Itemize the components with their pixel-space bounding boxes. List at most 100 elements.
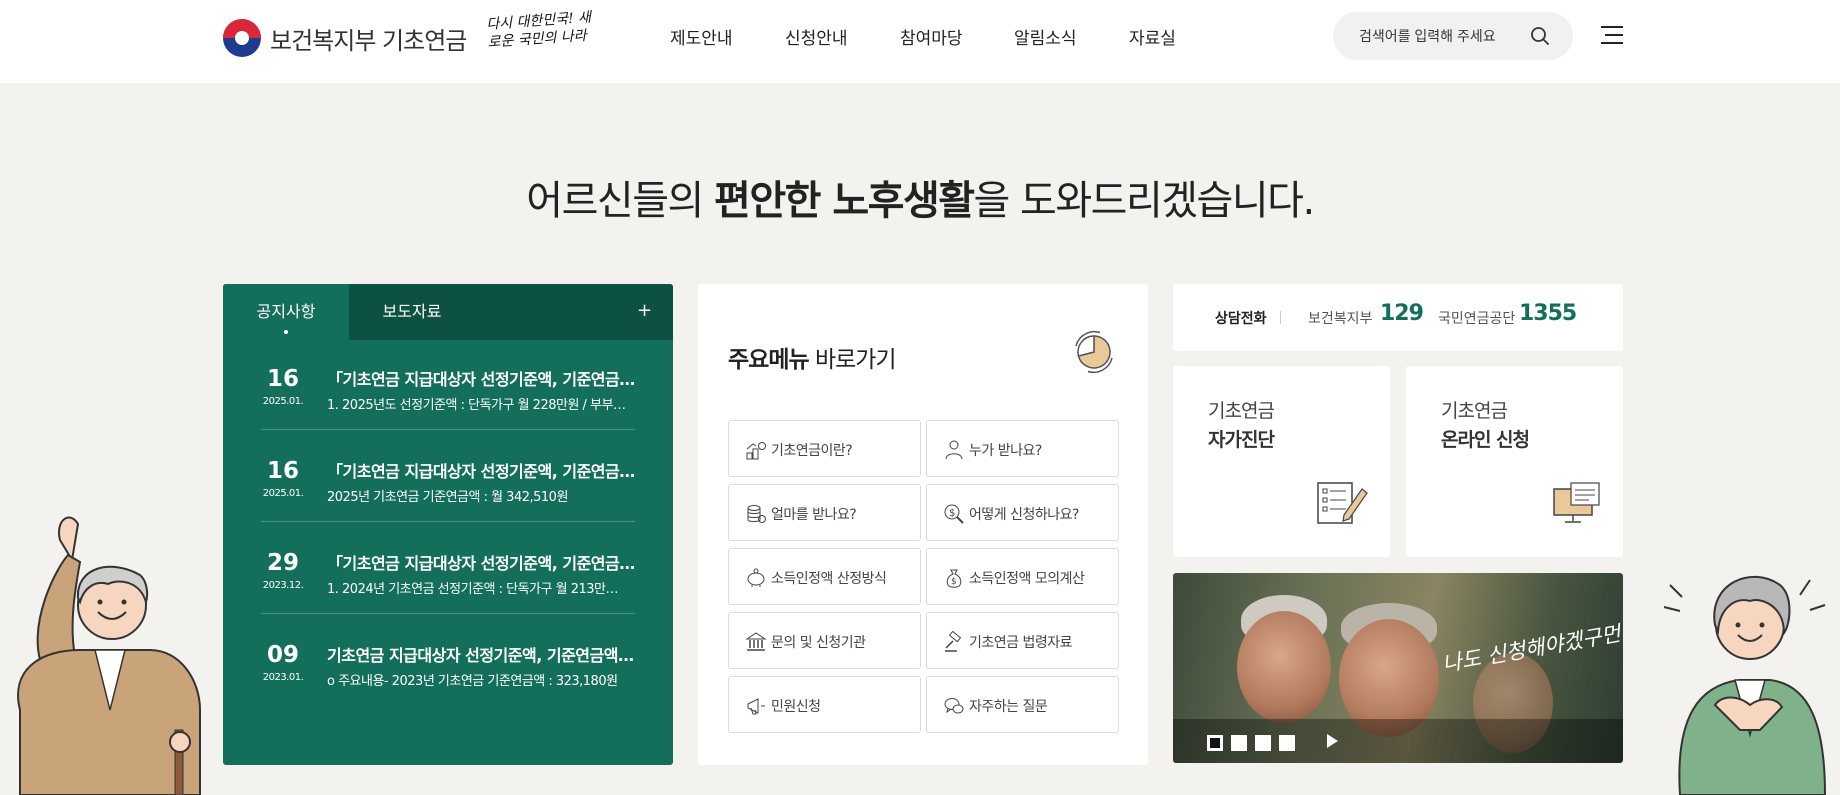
call-label: 상담전화 <box>1215 311 1267 327</box>
divider <box>1280 311 1281 324</box>
notice-title: 「기초연금 지급대상자 선정기준액, 기준연금액 및 부부감액」 고시 <box>327 462 637 481</box>
search-icon[interactable] <box>1530 26 1550 46</box>
headline-bold: 편안한 노후생활 <box>714 178 975 224</box>
notice-title: 「기초연금 지급대상자 선정기준액, 기준연금액 및 부부감액」 고시 <box>327 370 637 389</box>
notice-date: 2025.01. <box>262 488 304 499</box>
slide-dot-1[interactable] <box>1207 735 1223 751</box>
call-number-mohw[interactable]: 129 <box>1380 301 1424 326</box>
banner-controls <box>1173 719 1623 763</box>
notice-tabs: 공지사항 보도자료 + <box>223 284 673 340</box>
headline-post: 을 도와드리겠습니다. <box>973 178 1316 224</box>
notice-item[interactable]: 29 2023.12. 「기초연금 지급대상자 선정기준액, 기준연금액 및 부… <box>261 528 637 614</box>
piggy-bank-icon <box>747 568 765 587</box>
main-headline: 어르신들의 편안한 노후생활을 도와드리겠습니다. <box>0 168 1840 226</box>
card-line2: 자가진단 <box>1208 429 1275 451</box>
megaphone-icon <box>747 698 765 715</box>
quick-btn-label: 소득인정액 산정방식 <box>771 571 887 587</box>
notice-title: 기초연금 지급대상자 선정기준액, 기준연금액 및 부부감액 고시 <box>327 646 637 665</box>
notice-panel: 공지사항 보도자료 + 16 2025.01. 「기초연금 지급대상자 선정기준… <box>223 284 673 765</box>
search-dollar-icon: $ <box>944 504 964 524</box>
card-line1: 기초연금 <box>1208 400 1275 422</box>
slide-dot-2[interactable] <box>1231 735 1247 751</box>
nav-item-participation[interactable]: 참여마당 <box>900 24 963 49</box>
quick-btn-civil-petition[interactable]: 민원신청 <box>728 676 921 733</box>
notice-date: 2025.01. <box>262 396 304 407</box>
person-icon <box>945 440 963 460</box>
slide-dot-4[interactable] <box>1279 735 1295 751</box>
nav-item-application-guide[interactable]: 신청안내 <box>785 24 848 49</box>
quick-btn-income-calc[interactable]: $ 소득인정액 모의계산 <box>926 548 1119 605</box>
banner-person <box>1237 611 1331 723</box>
search-box <box>1333 12 1573 60</box>
nav-item-resources[interactable]: 자료실 <box>1129 24 1176 49</box>
quick-btn-institutions[interactable]: 문의 및 신청기관 <box>728 612 921 669</box>
quick-btn-faq[interactable]: 자주하는 질문 <box>926 676 1119 733</box>
grandmother-illustration <box>1663 575 1827 795</box>
notice-summary: 1. 2025년도 선정기준액 : 단독가구 월 228만원 / 부부가구 월 … <box>327 398 627 413</box>
quick-btn-label: 기초연금이란? <box>771 443 853 459</box>
quick-btn-label: 민원신청 <box>771 699 821 715</box>
quick-menu-title: 주요메뉴 바로가기 <box>728 340 897 374</box>
card-self-diagnosis[interactable]: 기초연금 자가진단 <box>1173 366 1390 557</box>
notice-day: 16 <box>266 366 299 392</box>
call-org-nps: 국민연금공단 <box>1438 311 1516 327</box>
headline-pre: 어르신들의 <box>526 178 715 224</box>
quick-btn-label: 소득인정액 모의계산 <box>969 571 1085 587</box>
quick-menu-panel: 주요메뉴 바로가기 기초연금이란? 누가 받나요? 얼마를 받나요? $ 어떻게… <box>698 284 1148 765</box>
promo-banner[interactable]: 나도 신청해야겠구먼! <box>1173 573 1623 763</box>
quick-btn-who[interactable]: 누가 받나요? <box>926 420 1119 477</box>
card-online-application[interactable]: 기초연금 온라인 신청 <box>1406 366 1623 557</box>
gavel-icon <box>945 631 962 652</box>
notice-date: 2023.01. <box>262 672 304 683</box>
svg-text:$: $ <box>949 508 955 519</box>
play-icon[interactable] <box>1327 734 1338 748</box>
tab-press[interactable]: 보도자료 <box>349 284 475 340</box>
search-input[interactable] <box>1359 26 1529 46</box>
coins-growth-icon <box>746 442 766 460</box>
nav-item-system-guide[interactable]: 제도안내 <box>670 24 733 49</box>
notice-day: 16 <box>266 458 299 484</box>
quick-btn-how-apply[interactable]: $ 어떻게 신청하나요? <box>926 484 1119 541</box>
quick-title-rest: 바로가기 <box>808 347 897 373</box>
tab-notices[interactable]: 공지사항 <box>223 284 349 340</box>
quick-btn-what-is[interactable]: 기초연금이란? <box>728 420 921 477</box>
quick-btn-income-method[interactable]: 소득인정액 산정방식 <box>728 548 921 605</box>
svg-text:$: $ <box>951 577 957 587</box>
notice-date: 2023.12. <box>262 580 304 591</box>
taegeuk-emblem-icon <box>223 19 261 57</box>
notice-summary: 2025년 기초연금 기준연금액 : 월 342,510원 <box>327 490 568 505</box>
notice-item[interactable]: 16 2025.01. 「기초연금 지급대상자 선정기준액, 기준연금액 및 부… <box>261 436 637 522</box>
notice-item[interactable]: 09 2023.01. 기초연금 지급대상자 선정기준액, 기준연금액 및 부부… <box>261 620 637 706</box>
notice-day: 09 <box>266 642 299 668</box>
notice-item[interactable]: 16 2025.01. 「기초연금 지급대상자 선정기준액, 기준연금액 및 부… <box>261 344 637 430</box>
nav-item-news[interactable]: 알림소식 <box>1014 24 1077 49</box>
more-plus-icon[interactable]: + <box>637 300 652 321</box>
coin-stack-icon <box>747 505 766 523</box>
slide-dot-3[interactable] <box>1255 735 1271 751</box>
money-bag-icon: $ <box>946 569 962 588</box>
notice-summary: o 주요내용- 2023년 기초연금 기준연금액 : 323,180원 <box>327 674 618 689</box>
logo-text: 보건복지부 기초연금 <box>270 26 467 55</box>
quick-title-bold: 주요메뉴 <box>728 347 810 373</box>
site-logo[interactable]: 보건복지부 기초연금 <box>223 19 467 57</box>
card-line1: 기초연금 <box>1441 400 1508 422</box>
hamburger-menu-icon[interactable] <box>1601 26 1623 44</box>
checklist-pencil-icon <box>1317 482 1368 524</box>
call-center-box: 상담전화 보건복지부 129 국민연금공단 1355 <box>1173 284 1623 351</box>
grandfather-illustration <box>17 516 201 795</box>
quick-btn-label: 누가 받나요? <box>969 443 1042 459</box>
quick-btn-label: 자주하는 질문 <box>969 699 1048 715</box>
notice-day: 29 <box>266 550 299 576</box>
quick-btn-how-much[interactable]: 얼마를 받나요? <box>728 484 921 541</box>
quick-btn-laws[interactable]: 기초연금 법령자료 <box>926 612 1119 669</box>
quick-btn-label: 얼마를 받나요? <box>771 507 857 523</box>
call-number-nps[interactable]: 1355 <box>1519 301 1577 326</box>
quick-btn-label: 어떻게 신청하나요? <box>969 507 1079 523</box>
chat-bubbles-icon <box>944 698 964 714</box>
institution-icon <box>745 632 767 651</box>
site-header: 보건복지부 기초연금 다시 대한민국! 새로운 국민의 나라 제도안내 신청안내… <box>0 0 1840 83</box>
notice-title: 「기초연금 지급대상자 선정기준액, 기준연금액 및 부부감액」 고시 <box>327 554 637 573</box>
quick-btn-label: 문의 및 신청기관 <box>771 635 866 651</box>
quick-btn-label: 기초연금 법령자료 <box>969 635 1073 651</box>
pie-chart-icon <box>1075 330 1113 374</box>
